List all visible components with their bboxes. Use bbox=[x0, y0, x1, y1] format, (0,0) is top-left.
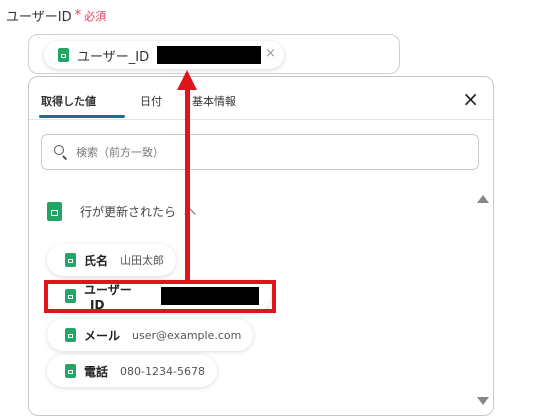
redacted-value bbox=[157, 46, 262, 64]
field-label-text: ユーザーID bbox=[6, 10, 72, 25]
tab-date[interactable]: 日付 bbox=[140, 93, 162, 109]
item-value: 080-1234-5678 bbox=[120, 364, 205, 378]
group-title: 行が更新されたら bbox=[80, 205, 177, 219]
active-tab-indicator bbox=[39, 115, 125, 118]
item-label: メール bbox=[84, 328, 121, 343]
item-value: user@example.com bbox=[132, 328, 242, 342]
tab-basic-info[interactable]: 基本情報 bbox=[192, 93, 236, 109]
annotation-arrow-shaft bbox=[185, 88, 190, 280]
required-mark: * bbox=[74, 8, 82, 23]
tab-retrieved-values[interactable]: 取得した値 bbox=[41, 93, 96, 109]
field-label: ユーザーID * 必須 bbox=[6, 6, 106, 25]
list-item[interactable]: 氏名 山田太郎 bbox=[47, 244, 177, 276]
annotation-arrow-head-icon bbox=[177, 70, 197, 90]
required-text: 必須 bbox=[84, 9, 107, 23]
search-icon bbox=[54, 145, 68, 159]
item-value: 山田太郎 bbox=[120, 254, 165, 267]
search-input[interactable] bbox=[74, 144, 458, 160]
token-label: ユーザー_ID bbox=[77, 49, 150, 65]
item-label: 電話 bbox=[84, 364, 109, 379]
spreadsheet-icon bbox=[65, 328, 76, 342]
spreadsheet-icon bbox=[58, 48, 69, 62]
list-item[interactable]: メール user@example.com bbox=[47, 319, 254, 351]
close-icon[interactable]: × bbox=[462, 89, 479, 109]
value-picker-popup: 取得した値 日付 基本情報 × 行が更新されたら 氏名 山田太郎 ユーザー_ID… bbox=[28, 76, 494, 416]
spreadsheet-icon bbox=[65, 289, 76, 303]
scrollbar[interactable] bbox=[477, 195, 489, 405]
item-label: ユーザー_ID bbox=[84, 282, 132, 312]
tab-bar: 取得した値 日付 基本情報 bbox=[29, 77, 493, 120]
scroll-up-icon[interactable] bbox=[477, 195, 489, 203]
spreadsheet-icon bbox=[65, 253, 76, 267]
list-item[interactable]: 電話 080-1234-5678 bbox=[47, 355, 217, 387]
search-box[interactable] bbox=[41, 134, 479, 170]
user-id-token[interactable]: ユーザー_ID × bbox=[44, 41, 284, 69]
scroll-down-icon[interactable] bbox=[477, 397, 489, 405]
item-label: 氏名 bbox=[84, 253, 109, 268]
spreadsheet-icon bbox=[65, 364, 76, 378]
spreadsheet-icon bbox=[47, 202, 62, 221]
list-item[interactable]: ユーザー_ID bbox=[47, 280, 271, 312]
token-remove-icon[interactable]: × bbox=[265, 46, 276, 61]
redacted-value bbox=[161, 287, 259, 305]
group-header[interactable]: 行が更新されたら bbox=[47, 202, 196, 221]
